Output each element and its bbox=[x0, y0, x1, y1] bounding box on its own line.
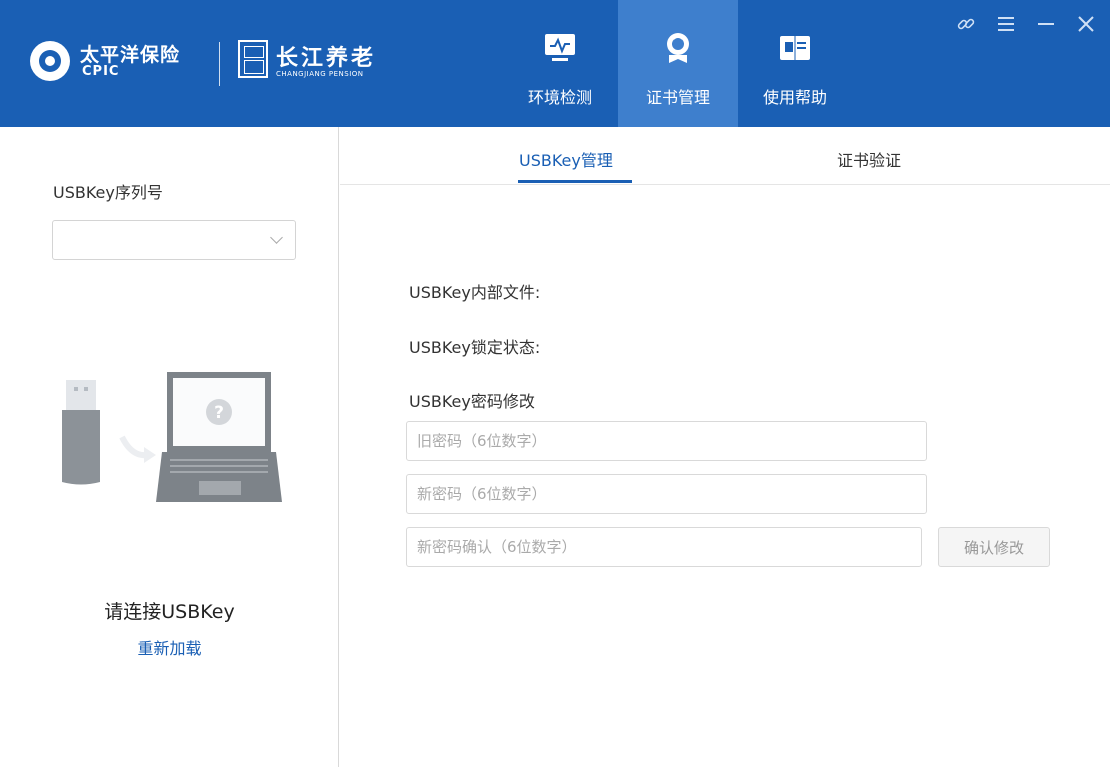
certificate-badge-icon bbox=[667, 33, 689, 63]
connect-usbkey-illustration: ? bbox=[62, 372, 282, 502]
monitor-icon bbox=[545, 34, 575, 61]
link-icon bbox=[957, 18, 975, 30]
tab-help-label: 使用帮助 bbox=[762, 88, 827, 107]
usbkey-side-panel: USBKey序列号 ? 请连接USBKey 重新加载 bbox=[0, 127, 339, 767]
tab-certificate-verification[interactable]: 证书验证 bbox=[837, 147, 901, 171]
changjiang-logo: 长江养老 CHANGJIANG PENSION bbox=[238, 40, 408, 86]
new-password-input[interactable] bbox=[406, 474, 927, 514]
usb-plug-icon bbox=[66, 380, 96, 410]
menu-icon bbox=[998, 17, 1014, 31]
serial-number-label: USBKey序列号 bbox=[53, 183, 163, 202]
tab-help[interactable]: 使用帮助 bbox=[735, 0, 855, 127]
confirm-password-input[interactable] bbox=[406, 527, 922, 567]
cpic-logo-icon bbox=[30, 41, 70, 81]
changjiang-logo-cn: 长江养老 bbox=[276, 46, 377, 71]
link-button[interactable] bbox=[952, 10, 980, 38]
menu-button[interactable] bbox=[992, 10, 1020, 38]
reload-link[interactable]: 重新加载 bbox=[0, 635, 339, 659]
minimize-button[interactable] bbox=[1032, 10, 1060, 38]
serial-number-dropdown[interactable] bbox=[52, 220, 296, 260]
password-change-label: USBKey密码修改 bbox=[409, 392, 535, 411]
close-button[interactable] bbox=[1072, 10, 1100, 38]
certificate-subtabs: USBKey管理 证书验证 bbox=[340, 127, 1110, 185]
changjiang-seal-icon bbox=[238, 40, 268, 78]
app-header: 太平洋保险 CPIC 长江养老 CHANGJIANG PENSION 环境检测 … bbox=[0, 0, 1110, 127]
tab-environment-check[interactable]: 环境检测 bbox=[500, 0, 620, 127]
internal-files-label: USBKey内部文件: bbox=[409, 283, 541, 302]
book-icon bbox=[780, 36, 810, 60]
connect-usbkey-status: 请连接USBKey bbox=[104, 601, 235, 623]
active-tab-underline bbox=[518, 180, 632, 183]
tab-certificate-management-label: 证书管理 bbox=[645, 88, 710, 107]
cpic-logo: 太平洋保险 CPIC bbox=[30, 38, 205, 84]
tab-certificate-management[interactable]: 证书管理 bbox=[618, 0, 738, 127]
logo-divider bbox=[219, 42, 220, 86]
confirm-change-button[interactable]: 确认修改 bbox=[938, 527, 1050, 567]
minimize-icon bbox=[1038, 23, 1054, 25]
lock-status-label: USBKey锁定状态: bbox=[409, 338, 541, 357]
changjiang-logo-en: CHANGJIANG PENSION bbox=[276, 70, 364, 78]
chevron-down-icon bbox=[270, 231, 283, 244]
tab-usbkey-management[interactable]: USBKey管理 bbox=[519, 147, 613, 171]
close-icon bbox=[1078, 16, 1094, 32]
cpic-logo-en: CPIC bbox=[82, 64, 120, 79]
svg-text:?: ? bbox=[214, 403, 224, 423]
tab-environment-check-label: 环境检测 bbox=[527, 88, 592, 107]
cpic-logo-cn: 太平洋保险 bbox=[80, 44, 181, 66]
old-password-input[interactable] bbox=[406, 421, 927, 461]
